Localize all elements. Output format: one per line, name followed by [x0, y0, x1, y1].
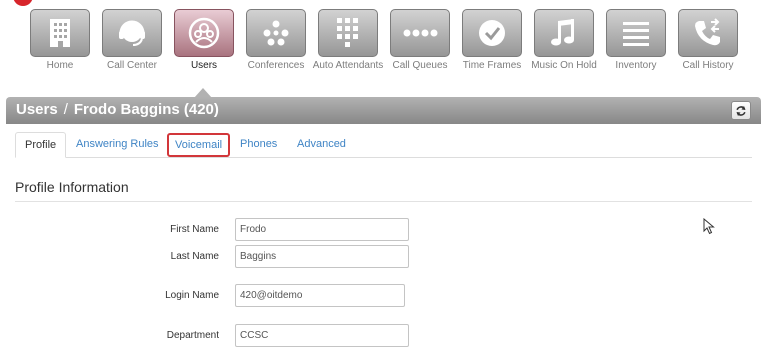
- profile-tabs: Profile Answering Rules Voicemail Phones…: [15, 132, 752, 158]
- first-name-field[interactable]: [235, 218, 409, 241]
- department-label: Department: [166, 330, 219, 341]
- nav-tile-auto-attendants[interactable]: Auto Attendants: [312, 9, 384, 71]
- building-icon: [47, 17, 73, 49]
- refresh-icon: [735, 105, 747, 117]
- nav-tile-home[interactable]: Home: [24, 9, 96, 71]
- brand-logo: [13, 0, 33, 6]
- nav-label: Music On Hold: [531, 60, 597, 71]
- first-name-label: First Name: [170, 224, 219, 235]
- tab-answering-rules[interactable]: Answering Rules: [67, 132, 168, 158]
- page-title: Users / Frodo Baggins (420): [16, 101, 219, 118]
- refresh-button[interactable]: [731, 101, 751, 120]
- nav-label: Conferences: [247, 60, 305, 71]
- list-icon: [621, 19, 651, 47]
- nav-label: Home: [46, 60, 74, 71]
- tab-phones[interactable]: Phones: [231, 132, 286, 158]
- tab-voicemail[interactable]: Voicemail: [167, 133, 231, 157]
- nav-label: Users: [190, 60, 218, 71]
- nav-label: Inventory: [615, 60, 657, 71]
- nav-tile-music-on-hold[interactable]: Music On Hold: [528, 9, 600, 71]
- conference-icon: [260, 17, 292, 49]
- nav-tile-call-center[interactable]: Call Center: [96, 9, 168, 71]
- nav-tile-inventory[interactable]: Inventory: [600, 9, 672, 71]
- nav-label: Time Frames: [462, 60, 522, 71]
- tab-advanced[interactable]: Advanced: [288, 132, 355, 158]
- breadcrumb-section[interactable]: Users: [16, 101, 58, 118]
- department-field[interactable]: [235, 324, 409, 347]
- last-name-field[interactable]: [235, 245, 409, 268]
- users-icon: [187, 16, 221, 50]
- nav-tile-call-queues[interactable]: Call Queues: [384, 9, 456, 71]
- app-page: Home Call Center Users Conferences Auto …: [0, 0, 768, 359]
- mouse-cursor-icon: [703, 217, 715, 240]
- nav-label: Call Center: [106, 60, 158, 71]
- nav-tile-call-history[interactable]: Call History: [672, 9, 744, 71]
- clock-icon: [476, 17, 508, 49]
- page-header-bar: Users / Frodo Baggins (420): [6, 97, 761, 124]
- top-nav: Home Call Center Users Conferences Auto …: [24, 9, 744, 89]
- section-title: Profile Information: [15, 179, 129, 195]
- breadcrumb-separator: /: [63, 101, 68, 118]
- nav-tile-users[interactable]: Users: [168, 9, 240, 71]
- nav-label: Auto Attendants: [312, 60, 384, 71]
- breadcrumb-current: Frodo Baggins (420): [73, 101, 219, 118]
- login-name-label: Login Name: [165, 290, 219, 301]
- queue-dots-icon: [402, 27, 438, 39]
- headset-icon: [116, 17, 148, 49]
- nav-tile-conferences[interactable]: Conferences: [240, 9, 312, 71]
- tab-profile[interactable]: Profile: [15, 132, 67, 158]
- keypad-icon: [333, 16, 363, 50]
- nav-label: Call Queues: [392, 60, 448, 71]
- login-name-field[interactable]: [235, 284, 405, 307]
- phone-history-icon: [692, 17, 724, 49]
- nav-label: Call History: [682, 60, 734, 71]
- section-divider: [15, 201, 752, 202]
- nav-tile-time-frames[interactable]: Time Frames: [456, 9, 528, 71]
- music-note-icon: [549, 17, 579, 49]
- last-name-label: Last Name: [170, 251, 219, 262]
